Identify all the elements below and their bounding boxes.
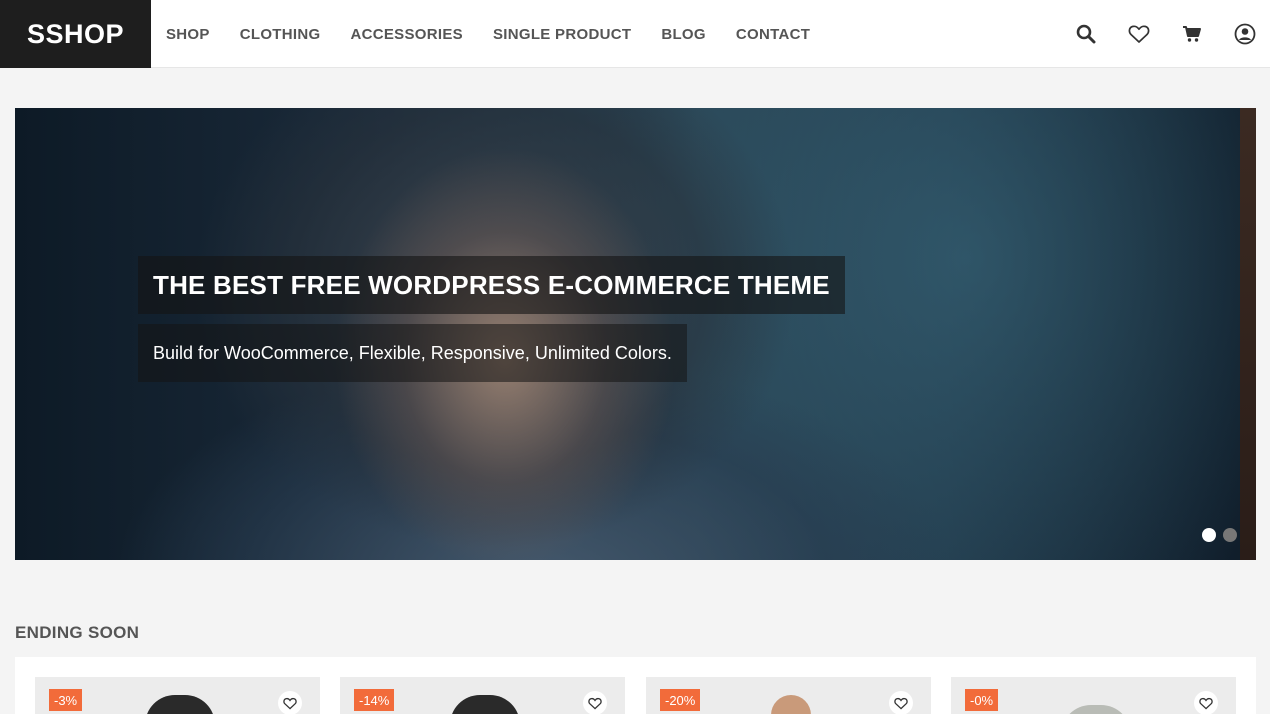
header-actions xyxy=(1044,0,1256,68)
product-card[interactable]: -14% xyxy=(340,677,625,714)
hero-title: THE BEST FREE WORDPRESS E-COMMERCE THEME xyxy=(153,269,830,300)
nav-item-single-product[interactable]: SINGLE PRODUCT xyxy=(493,26,631,43)
wishlist-heart-icon[interactable] xyxy=(583,691,607,714)
product-image xyxy=(450,695,520,714)
product-card[interactable]: -0% xyxy=(951,677,1236,714)
next-slide-preview xyxy=(1240,108,1256,560)
site-header: SSHOP SHOP CLOTHING ACCESSORIES SINGLE P… xyxy=(0,0,1270,68)
main-nav: SHOP CLOTHING ACCESSORIES SINGLE PRODUCT… xyxy=(151,0,825,68)
cart-icon[interactable] xyxy=(1181,23,1203,45)
section-title-ending-soon: ENDING SOON xyxy=(15,623,140,642)
product-image xyxy=(145,695,215,714)
heart-icon[interactable] xyxy=(1128,23,1150,45)
search-icon[interactable] xyxy=(1075,23,1097,45)
sale-badge: -3% xyxy=(49,689,83,711)
nav-item-shop[interactable]: SHOP xyxy=(166,26,210,43)
slider-dot[interactable] xyxy=(1223,528,1237,542)
sale-badge: -14% xyxy=(354,689,395,711)
slider-pagination xyxy=(1195,528,1237,542)
nav-item-clothing[interactable]: CLOTHING xyxy=(240,26,321,43)
nav-item-accessories[interactable]: ACCESSORIES xyxy=(350,26,463,43)
hero-subtitle: Build for WooCommerce, Flexible, Respons… xyxy=(153,342,672,363)
user-icon[interactable] xyxy=(1234,23,1256,45)
sale-badge: -20% xyxy=(660,689,701,711)
slider-dot[interactable] xyxy=(1202,528,1216,542)
product-image xyxy=(1061,705,1131,714)
product-card[interactable]: -20% xyxy=(646,677,931,714)
sale-badge: -0% xyxy=(965,689,999,711)
nav-item-blog[interactable]: BLOG xyxy=(661,26,706,43)
product-card[interactable]: -3% xyxy=(35,677,320,714)
nav-item-contact[interactable]: CONTACT xyxy=(736,26,810,43)
product-image xyxy=(771,695,811,714)
wishlist-heart-icon[interactable] xyxy=(889,691,913,714)
hero-title-box: THE BEST FREE WORDPRESS E-COMMERCE THEME xyxy=(138,256,845,314)
site-logo[interactable]: SSHOP xyxy=(0,0,151,68)
hero-slider: THE BEST FREE WORDPRESS E-COMMERCE THEME… xyxy=(15,108,1256,560)
wishlist-heart-icon[interactable] xyxy=(278,691,302,714)
hero-subtitle-box: Build for WooCommerce, Flexible, Respons… xyxy=(138,324,687,382)
wishlist-heart-icon[interactable] xyxy=(1194,691,1218,714)
product-grid: -3% -14% -20% -0% xyxy=(15,657,1256,714)
